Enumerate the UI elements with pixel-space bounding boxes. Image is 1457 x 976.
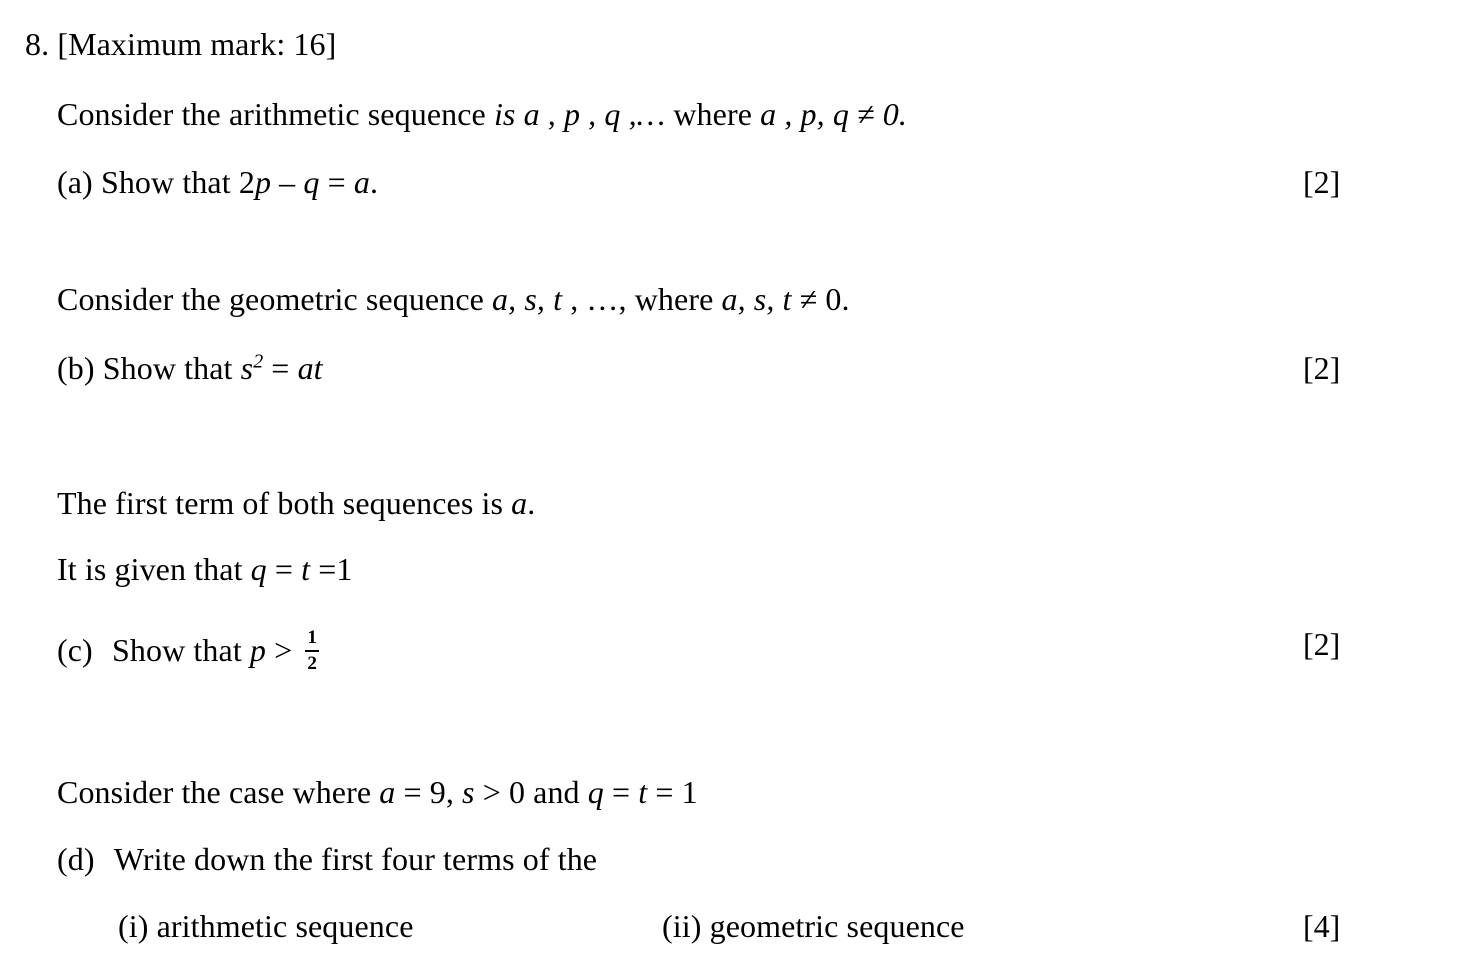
case-variable-q: q: [587, 774, 604, 810]
first-term-prefix: The first term of both sequences is: [57, 485, 512, 521]
part-d-spacer: [95, 841, 114, 877]
part-a-expr-a: a: [353, 164, 370, 200]
part-b-expr-at: at: [297, 350, 323, 386]
part-b-expr-equals: =: [263, 350, 298, 386]
arithmetic-intro-condition: a , p, q ≠ 0.: [760, 96, 907, 132]
given-variable-t: t: [301, 551, 311, 587]
first-term-period: .: [527, 485, 536, 521]
case-intro: Consider the case where a = 9, s > 0 and…: [57, 776, 698, 808]
part-b-marks: [2]: [1303, 350, 1341, 386]
case-equals-value: = 1: [647, 774, 698, 810]
part-d-label: (d): [57, 841, 95, 877]
part-a-marks: [2]: [1303, 164, 1341, 200]
question-heading: 8. [Maximum mark: 16]: [25, 28, 336, 60]
case-variable-a: a: [379, 774, 396, 810]
fraction-one-half: 12: [305, 627, 320, 675]
geometric-intro-variables: a, s, t: [492, 281, 571, 317]
given-equals-1: =: [266, 551, 302, 587]
part-d-line: (d) Write down the first four terms of t…: [57, 843, 597, 875]
geometric-intro-condition-vars: a, s, t: [721, 281, 792, 317]
subitem-ii-label: (ii): [662, 908, 702, 944]
part-b-expr-exponent: 2: [253, 350, 264, 373]
part-c-marks: [2]: [1303, 626, 1341, 662]
part-d-subitem-ii: (ii) geometric sequence: [662, 910, 965, 942]
part-d-text: Write down the first four terms of the: [113, 841, 598, 877]
part-a-expr-p: p: [254, 164, 272, 200]
case-variable-s: s: [462, 774, 475, 810]
part-b-label: (b): [57, 350, 95, 386]
part-a-expr-equals: =: [319, 164, 354, 200]
part-c-variable-p: p: [249, 632, 267, 669]
case-equals-1: =: [603, 774, 639, 810]
geometric-intro-prefix: Consider the geometric sequence: [57, 281, 493, 317]
case-intro-prefix: Consider the case where: [57, 774, 380, 810]
case-value-a: = 9,: [395, 774, 463, 810]
exam-question-page: 8. [Maximum mark: 16] Consider the arith…: [0, 0, 1457, 976]
part-a-label: (a): [57, 164, 93, 200]
subitem-i-text: arithmetic sequence: [156, 908, 414, 944]
given-statement: It is given that q = t =1: [57, 553, 353, 585]
geometric-intro-condition-rest: ≠ 0.: [791, 281, 850, 317]
part-a-expr-period: .: [369, 164, 379, 200]
fraction-bar: [305, 650, 320, 653]
fraction-denominator: 2: [307, 653, 318, 675]
subitem-ii-text: geometric sequence: [709, 908, 965, 944]
question-max-mark: [Maximum mark: 16]: [57, 26, 337, 62]
part-b-line: (b) Show that s2 = at: [57, 350, 323, 386]
fraction-numerator: 1: [307, 627, 318, 648]
geometric-intro-ellipsis: , …,: [570, 281, 635, 317]
first-term-statement: The first term of both sequences is a.: [57, 487, 535, 519]
geometric-intro-where: where: [634, 281, 722, 317]
part-a-expr-q: q: [303, 164, 320, 200]
given-equals-value: =1: [310, 551, 353, 587]
arithmetic-intro-italic-is: is: [493, 96, 516, 132]
arithmetic-sequence-intro: Consider the arithmetic sequence is a , …: [57, 98, 907, 130]
given-prefix: It is given that: [57, 551, 251, 587]
case-variable-t: t: [638, 774, 648, 810]
arithmetic-intro-variables: a , p , q ,…: [515, 96, 674, 132]
part-a-line: (a) Show that 2p – q = a.: [57, 166, 378, 198]
part-a-text: Show that 2: [100, 164, 255, 200]
part-c-greater-than: >: [266, 632, 301, 669]
part-c-text: Show that: [112, 632, 250, 669]
part-d-marks: [4]: [1303, 908, 1341, 944]
part-b-expr-s: s: [240, 350, 254, 386]
part-c-spacer: [93, 632, 112, 668]
geometric-sequence-intro: Consider the geometric sequence a, s, t …: [57, 283, 850, 315]
arithmetic-intro-where: where: [673, 96, 761, 132]
subitem-i-label: (i): [118, 908, 149, 944]
part-c-label: (c): [57, 632, 93, 669]
first-term-variable: a: [511, 485, 528, 521]
part-b-text: Show that: [102, 350, 241, 386]
part-d-subitem-i: (i) arithmetic sequence: [118, 910, 414, 942]
part-a-expr-minus: –: [271, 164, 304, 200]
part-c-line: (c) Show that p > 12: [57, 627, 321, 675]
case-value-s: > 0 and: [474, 774, 588, 810]
question-number: 8.: [25, 26, 50, 62]
given-variable-q: q: [250, 551, 267, 587]
arithmetic-intro-prefix: Consider the arithmetic sequence: [57, 96, 494, 132]
